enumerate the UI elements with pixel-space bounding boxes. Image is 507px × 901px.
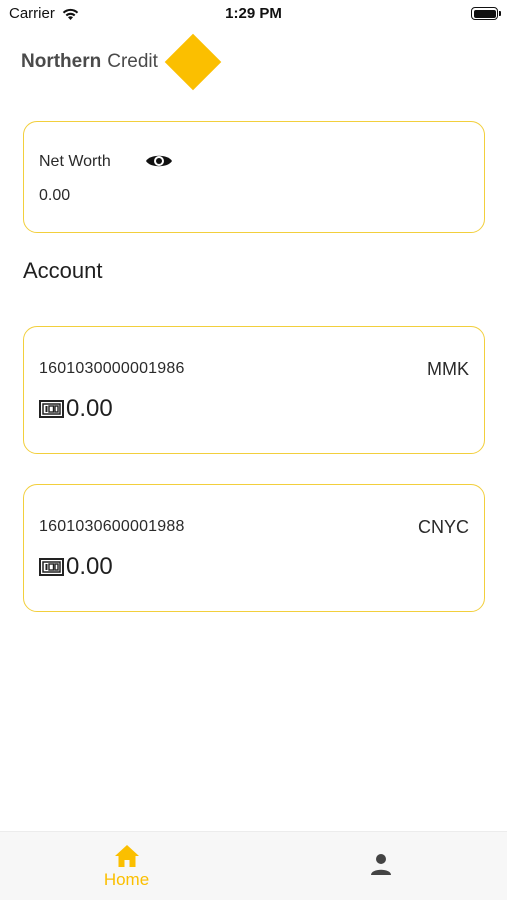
battery-icon [471,7,501,20]
account-balance: 0.00 [66,395,113,422]
tab-home[interactable]: Home [0,832,253,901]
account-card[interactable]: 1601030000001986 MMK 0.00 [23,326,485,454]
tab-home-label: Home [103,870,150,889]
net-worth-value: 0.00 [39,187,71,204]
brand-name-bold: Northern [21,51,102,72]
account-balance-row: 0.00 [39,553,113,581]
account-balance-row: 0.00 [39,395,113,423]
tab-bar: Home [0,831,507,900]
net-worth-card: Net Worth 0.00 [23,121,485,233]
account-card[interactable]: 1601030600001988 CNYC 0.00 [23,484,485,612]
account-balance: 0.00 [66,553,113,580]
section-title: Account [23,258,103,283]
tab-profile[interactable] [254,832,507,901]
eye-icon[interactable] [145,151,173,171]
brand-header: Northern Credit [21,33,222,91]
status-bar: Carrier 1:29 PM [0,0,507,28]
cash-icon [39,558,64,576]
person-icon [370,854,391,875]
account-number: 1601030000001986 [39,360,185,377]
cash-icon [39,400,64,418]
brand-logo [164,33,222,91]
account-currency: MMK [427,359,469,379]
brand-name-light: Credit [107,51,158,72]
net-worth-label: Net Worth [39,153,111,170]
home-icon [114,845,139,867]
status-time: 1:29 PM [225,5,282,22]
account-number: 1601030600001988 [39,518,185,535]
account-currency: CNYC [417,517,469,537]
